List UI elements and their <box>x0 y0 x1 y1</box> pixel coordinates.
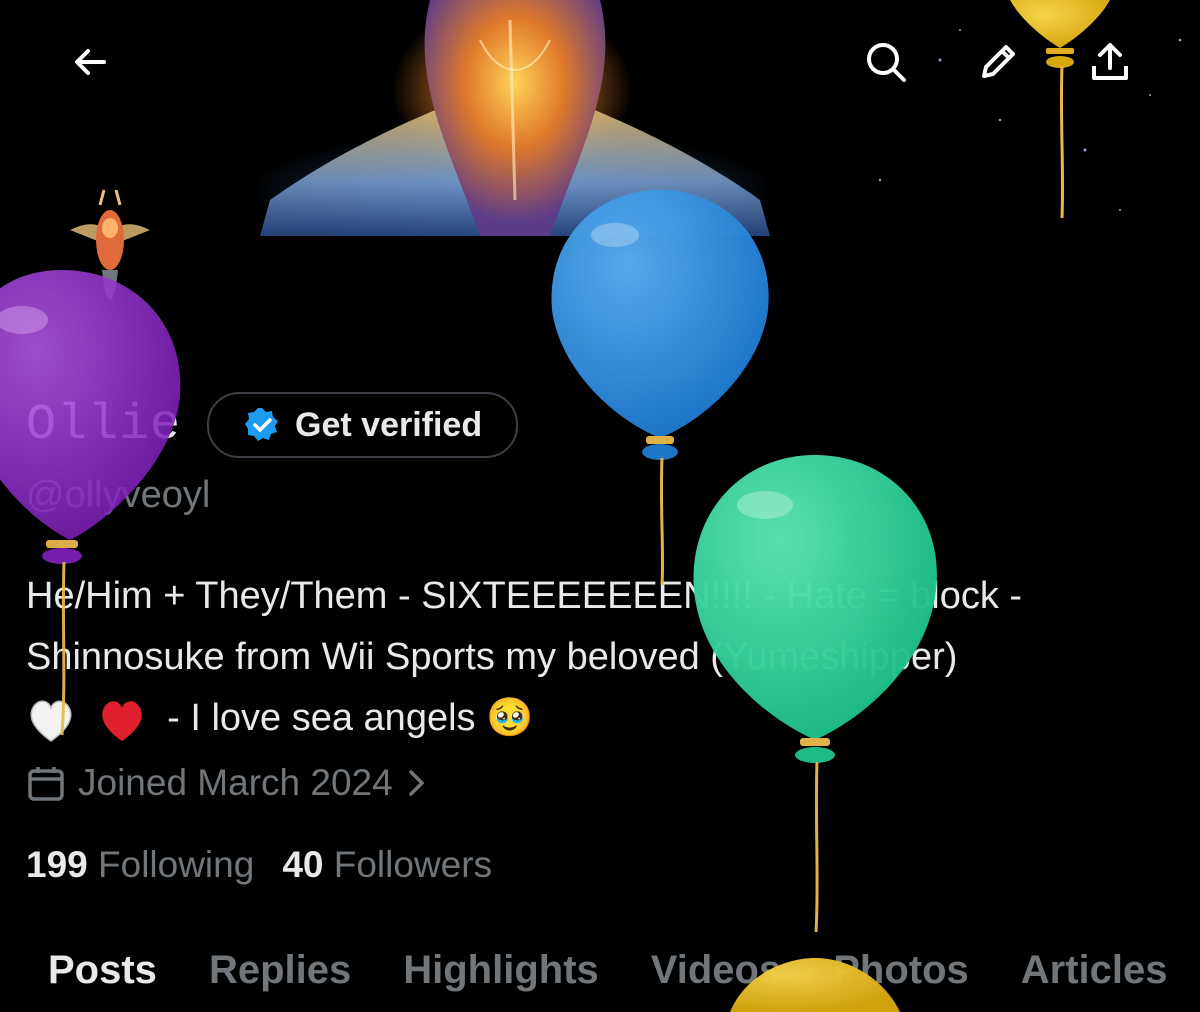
profile-name-row: Ollie Get verified <box>26 392 519 458</box>
get-verified-button[interactable]: Get verified <box>207 392 519 458</box>
balloon-blue <box>551 190 769 586</box>
followers-label: Followers <box>333 844 493 885</box>
followers-count: 40 <box>282 844 324 885</box>
calendar-icon <box>28 767 64 801</box>
bio-line-3: - I love sea angels 🥹 <box>26 688 1176 749</box>
pleading-face-emoji: 🥹 <box>486 697 534 739</box>
tab-highlights[interactable]: Highlights <box>403 948 599 993</box>
arrow-left-icon <box>75 49 106 75</box>
display-name: Ollie <box>26 396 182 454</box>
tab-videos[interactable]: Videos <box>651 948 781 993</box>
verified-badge-icon <box>245 408 279 441</box>
share-button[interactable] <box>1082 34 1138 90</box>
pencil-icon <box>982 45 1015 78</box>
user-handle: @ollyveoyl <box>26 474 211 516</box>
back-button[interactable] <box>62 34 118 90</box>
sea-angel-banner-image <box>260 0 770 236</box>
avatar[interactable] <box>40 180 180 360</box>
profile-bio: He/Him + They/Them - SIXTEEEEEEEN!!!! - … <box>26 566 1176 749</box>
tab-replies[interactable]: Replies <box>209 948 351 993</box>
search-button[interactable] <box>858 34 914 90</box>
followers-link[interactable]: 40 Followers <box>282 844 492 886</box>
tab-articles[interactable]: Articles <box>1021 948 1168 993</box>
following-link[interactable]: 199 Following <box>26 844 254 886</box>
profile-tabs: Posts Replies Highlights Videos Photos A… <box>48 948 1168 993</box>
following-count: 199 <box>26 844 88 885</box>
bio-line-3-text: - I love sea angels <box>167 697 476 739</box>
get-verified-label: Get verified <box>295 405 483 444</box>
chevron-right-icon <box>408 770 425 796</box>
search-icon <box>867 43 906 82</box>
following-label: Following <box>98 844 255 885</box>
tab-posts[interactable]: Posts <box>48 948 157 993</box>
share-icon <box>1092 43 1128 80</box>
joined-date[interactable]: Joined March 2024 <box>26 762 429 804</box>
red-heart-icon <box>101 701 142 741</box>
bio-line-1: He/Him + They/Them - SIXTEEEEEEEN!!!! - … <box>26 575 1023 617</box>
white-heart-icon <box>30 700 72 742</box>
joined-label: Joined March 2024 <box>78 762 393 803</box>
bio-line-2: Shinnosuke from Wii Sports my beloved (Y… <box>26 636 958 678</box>
tab-photos[interactable]: Photos <box>833 948 969 993</box>
edit-button[interactable] <box>970 34 1026 90</box>
follow-stats: 199 Following 40 Followers <box>26 844 492 886</box>
